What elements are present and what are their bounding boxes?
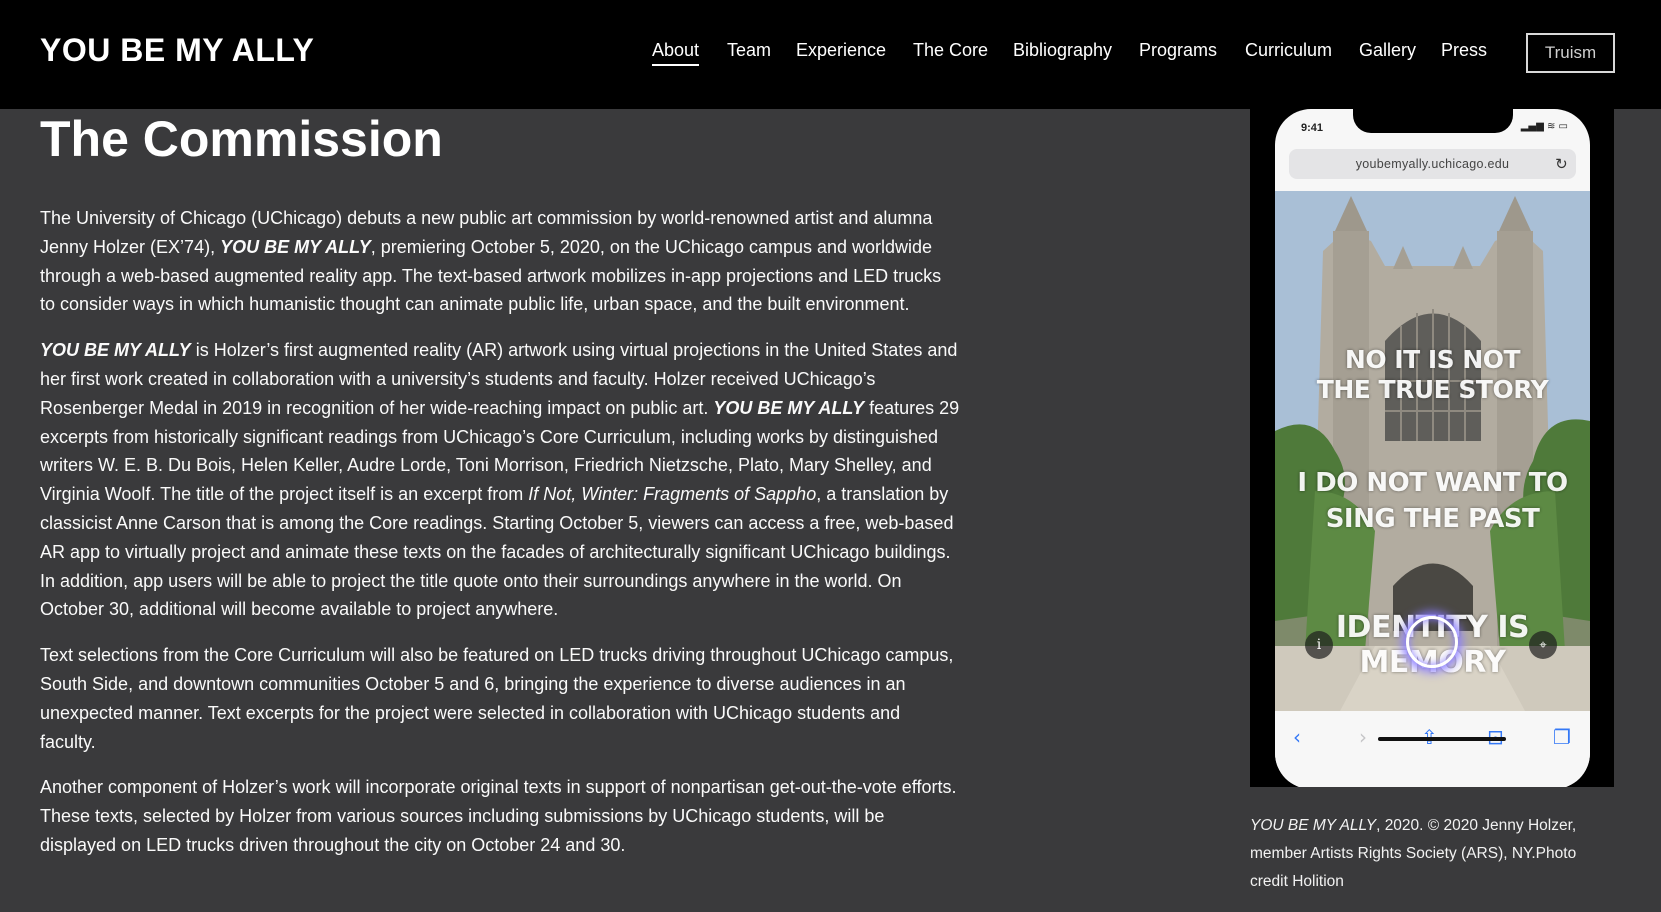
browser-url-bar: youbemyally.uchicago.edu ↻ bbox=[1289, 149, 1576, 179]
truism-button[interactable]: Truism bbox=[1526, 33, 1615, 73]
nav-about[interactable]: About bbox=[652, 40, 700, 66]
page-title: The Commission bbox=[40, 111, 443, 167]
ar-projection-line: NO IT IS NOT bbox=[1344, 345, 1521, 374]
location-pin-icon: ⌖ bbox=[1529, 631, 1557, 659]
figure-caption: YOU BE MY ALLY, 2020. © 2020 Jenny Holze… bbox=[1250, 812, 1610, 896]
ar-projection-line: SING THE PAST bbox=[1325, 504, 1540, 534]
app-screenshot-figure: 9:41 ▂▄▆ ≋ ▭ youbemyally.uchicago.edu ↻ bbox=[1250, 109, 1614, 787]
home-indicator bbox=[1378, 737, 1506, 741]
ar-projection-line: I DO NOT WANT TO bbox=[1297, 468, 1568, 498]
nav-the-core[interactable]: The Core bbox=[913, 40, 988, 61]
browser-toolbar: ‹ › ⇪ ⊡ ❐ bbox=[1275, 711, 1590, 787]
paragraph-4: Another component of Holzer’s work will … bbox=[40, 777, 957, 855]
project-title-emphasis: YOU BE MY ALLY bbox=[220, 236, 371, 257]
caption-title: YOU BE MY ALLY bbox=[1250, 817, 1377, 834]
paragraph-text: , a translation by classicist Anne Carso… bbox=[40, 484, 954, 620]
url-text: youbemyally.uchicago.edu bbox=[1355, 157, 1510, 171]
forward-icon: › bbox=[1359, 725, 1367, 749]
article-body: The University of Chicago (UChicago) deb… bbox=[40, 204, 960, 877]
site-header: YOU BE MY ALLY About Team Experience The… bbox=[0, 0, 1661, 109]
ar-capture-button bbox=[1406, 616, 1458, 668]
paragraph-3: Text selections from the Core Curriculum… bbox=[40, 645, 954, 752]
tabs-icon: ❐ bbox=[1553, 725, 1571, 749]
book-title: If Not, Winter: Fragments of Sappho bbox=[528, 484, 817, 505]
ar-projection-line: THE TRUE STORY bbox=[1316, 375, 1549, 404]
nav-curriculum[interactable]: Curriculum bbox=[1245, 40, 1332, 61]
paragraph-2: YOU BE MY ALLY is Holzer’s first augment… bbox=[40, 336, 960, 624]
site-title[interactable]: YOU BE MY ALLY bbox=[40, 32, 314, 69]
back-icon: ‹ bbox=[1293, 725, 1301, 749]
ar-camera-view: NO IT IS NOT THE TRUE STORY I DO NOT WAN… bbox=[1275, 191, 1590, 711]
nav-experience[interactable]: Experience bbox=[796, 40, 886, 61]
phone-mockup: 9:41 ▂▄▆ ≋ ▭ youbemyally.uchicago.edu ↻ bbox=[1275, 109, 1590, 787]
nav-press[interactable]: Press bbox=[1441, 40, 1487, 61]
project-title-emphasis: YOU BE MY ALLY bbox=[40, 340, 191, 361]
nav-programs[interactable]: Programs bbox=[1139, 40, 1217, 61]
phone-notch bbox=[1353, 109, 1513, 133]
nav-gallery[interactable]: Gallery bbox=[1359, 40, 1416, 61]
reload-icon: ↻ bbox=[1555, 155, 1568, 173]
project-title-emphasis: YOU BE MY ALLY bbox=[713, 397, 865, 418]
paragraph-1: The University of Chicago (UChicago) deb… bbox=[40, 204, 960, 319]
signal-wifi-battery-icon: ▂▄▆ ≋ ▭ bbox=[1520, 121, 1568, 132]
nav-bibliography[interactable]: Bibliography bbox=[1013, 40, 1112, 61]
nav-team[interactable]: Team bbox=[727, 40, 771, 61]
info-icon: i bbox=[1305, 631, 1333, 659]
status-time: 9:41 bbox=[1301, 122, 1324, 134]
